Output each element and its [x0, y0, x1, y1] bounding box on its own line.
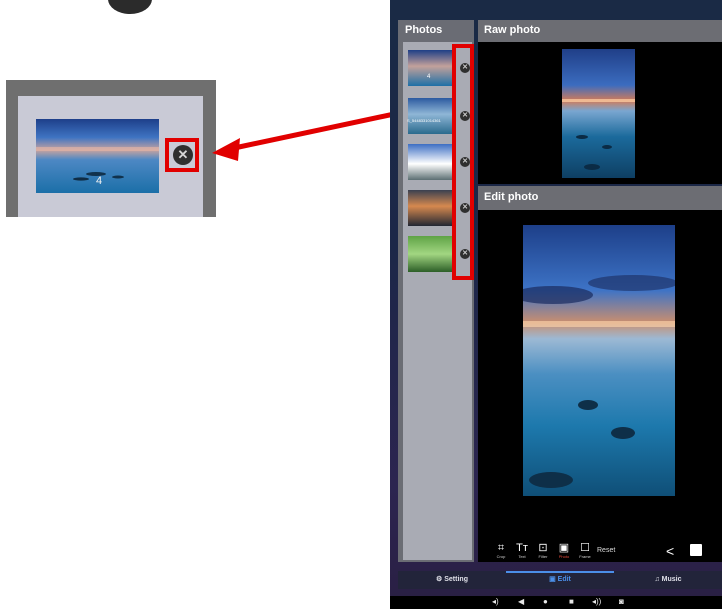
image-icon: ▣ — [549, 576, 556, 583]
photo-number: 4 — [427, 74, 431, 80]
photo-thumbnail[interactable] — [408, 98, 452, 134]
photo-thumbnail[interactable] — [408, 144, 452, 180]
reset-button[interactable]: Reset — [597, 547, 615, 554]
camera-icon[interactable]: ◙ — [619, 597, 624, 606]
photo-icon: ▣ — [558, 542, 570, 554]
share-icon[interactable]: < — [666, 543, 674, 559]
text-tool-button[interactable]: Tт Text — [511, 542, 533, 559]
tab-music[interactable]: ♫ Music — [614, 571, 722, 589]
crop-icon: ⌗ — [497, 542, 505, 554]
volume-down-icon[interactable]: ◂) — [492, 597, 499, 606]
tab-setting[interactable]: ⚙ Setting — [398, 571, 506, 589]
tab-edit[interactable]: ▣ Edit — [506, 571, 614, 589]
dark-circle-icon — [108, 0, 152, 14]
raw-photo-scene — [562, 99, 635, 170]
filter-icon: ⊡ — [538, 542, 548, 554]
callout-photo-number: 4 — [95, 175, 103, 187]
home-icon[interactable]: ● — [543, 597, 548, 606]
volume-up-icon[interactable]: ◂)) — [592, 597, 601, 606]
raw-photo-image — [562, 49, 635, 178]
save-icon[interactable] — [690, 544, 702, 556]
text-label: Text — [518, 554, 526, 559]
edit-photo-scene — [523, 275, 675, 488]
photo-thumbnail[interactable] — [408, 190, 452, 226]
system-nav-bar — [390, 596, 722, 609]
frame-tool-button[interactable]: ☐ Frame — [574, 542, 596, 559]
remove-buttons-highlight-box — [452, 44, 474, 280]
tab-edit-label: Edit — [557, 576, 571, 583]
text-icon: Tт — [516, 542, 528, 554]
photo-thumbnail[interactable] — [408, 236, 452, 272]
raw-photo-title: Raw photo — [484, 24, 541, 36]
sidebar-title: Photos — [405, 24, 443, 36]
edit-photo-title: Edit photo — [484, 191, 539, 203]
gear-icon: ⚙ — [436, 576, 443, 583]
music-note-icon: ♫ — [654, 576, 660, 583]
filter-label: Filter — [538, 554, 548, 559]
tab-setting-label: Setting — [444, 576, 468, 583]
photo-thumbnail[interactable] — [408, 50, 452, 86]
frame-label: Frame — [579, 554, 591, 559]
recents-icon[interactable]: ■ — [569, 597, 574, 606]
photo-tool-button[interactable]: ▣ Photo — [553, 542, 575, 559]
back-icon[interactable]: ◀ — [518, 597, 524, 606]
filter-tool-button[interactable]: ⊡ Filter — [532, 542, 554, 559]
frame-icon: ☐ — [580, 542, 590, 554]
photo-label: Photo — [558, 554, 570, 559]
photo-caption: S_5448331014361 — [407, 118, 441, 123]
crop-tool-button[interactable]: ⌗ Crop — [490, 542, 512, 559]
edit-photo-image[interactable] — [523, 225, 675, 496]
crop-label: Crop — [496, 554, 506, 559]
tab-music-label: Music — [661, 576, 682, 583]
